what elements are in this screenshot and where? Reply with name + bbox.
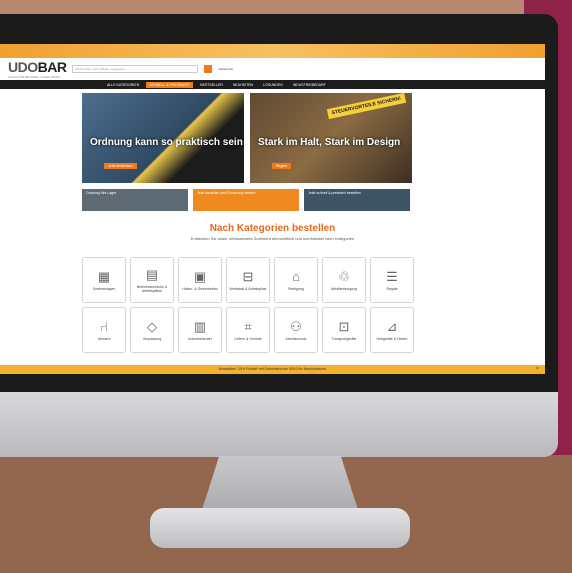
category-label: Sortieranlagen: [92, 286, 116, 291]
sub-banner[interactable]: Jetzt schnell & preiswert bestellen: [304, 189, 410, 211]
category-tile[interactable]: ⊿ Hubgeräte & Heben: [370, 307, 414, 353]
promo-strip: [0, 44, 545, 58]
safety-icon: ⚇: [290, 318, 302, 334]
category-tile[interactable]: ⚇ Arbeitsschutz: [274, 307, 318, 353]
lift-icon: ⊿: [386, 318, 398, 334]
search-button[interactable]: [204, 65, 213, 73]
box-icon: ◇: [147, 318, 157, 334]
category-tile[interactable]: ▣ Hallen- & Gewerbebau: [178, 257, 222, 303]
cabinet-icon: ▦: [97, 268, 111, 284]
barrel-icon: ▥: [193, 318, 207, 334]
category-tile[interactable]: ⊡ Transportgeräte: [322, 307, 366, 353]
category-label: Transportgeräte: [331, 336, 357, 341]
category-label: Regale: [386, 286, 398, 291]
ladder-icon: ⌗: [244, 318, 252, 334]
chair-icon: ⑁: [100, 318, 108, 334]
logo[interactable]: UDOBAR ALLES FÜR BETRIEB, LAGER, BÜRO: [8, 59, 67, 79]
main-nav: ALLE KATEGORIEN SCHNELL & PREISWERT BEST…: [0, 80, 545, 89]
category-label: Arbeitsschutz: [285, 336, 307, 341]
category-tile[interactable]: ◇ Verpackung: [130, 307, 174, 353]
tax-badge: STEUERVORTEILE SICHERN!: [327, 93, 407, 120]
category-tile[interactable]: ⌂ Reinigung: [274, 257, 318, 303]
browser-viewport: UDOBAR ALLES FÜR BETRIEB, LAGER, BÜRO Su…: [0, 44, 545, 374]
hero-title: Stark im Halt, Stark im Design: [258, 137, 401, 148]
logo-primary: UDO: [8, 59, 38, 75]
monitor-bezel: UDOBAR ALLES FÜR BETRIEB, LAGER, BÜRO Su…: [0, 14, 558, 394]
category-tile[interactable]: ♲ Abfallentsorgung: [322, 257, 366, 303]
category-label: Hubgeräte & Heben: [376, 336, 408, 341]
nav-item[interactable]: LÖSUNGEN: [260, 82, 286, 88]
workbench-icon: ⊟: [242, 268, 254, 284]
nav-item[interactable]: BESTSELLER: [197, 82, 226, 88]
search-input[interactable]: Suchen Sie nach Artikeln, Kategorien...: [72, 65, 199, 73]
cart-icon: ⊡: [338, 318, 350, 334]
category-label: Werkstatt & Arbeitsplatz: [229, 286, 267, 291]
nav-item[interactable]: NEUHEITEN: [230, 82, 256, 88]
category-label: Reinigung: [288, 286, 304, 291]
logo-tagline: ALLES FÜR BETRIEB, LAGER, BÜRO: [8, 75, 61, 79]
waste-icon: ♲: [338, 268, 350, 284]
category-tile[interactable]: ⊟ Werkstatt & Arbeitsplatz: [226, 257, 270, 303]
cart-link[interactable]: Warenkorb: [218, 67, 233, 71]
newsletter-bar: Newsletter? 10% Rabatt* mit Gutscheincod…: [0, 365, 545, 374]
cleaning-icon: ⌂: [292, 268, 300, 284]
logo-secondary: BAR: [37, 59, 67, 75]
category-label: Abfallentsorgung: [330, 286, 358, 291]
nav-item[interactable]: INDUSTRIEBEDARF: [290, 82, 329, 88]
category-label: Leitern & Gerüste: [234, 336, 262, 341]
monitor-stand: [200, 456, 360, 516]
category-tile[interactable]: ▤ Betriebsschränke & Arbeitsplätze: [130, 257, 174, 303]
category-label: Betriebsschränke & Arbeitsplätze: [136, 284, 168, 293]
nav-item[interactable]: ALLE KATEGORIEN: [104, 82, 142, 88]
rack-icon: ☰: [386, 268, 398, 284]
category-label: Hallen- & Gewerbebau: [182, 286, 218, 291]
hero-banners: Ordnung kann so praktisch sein Jetzt ent…: [0, 89, 545, 183]
sub-banners: Ordnung fürs Lager Jetzt bestellen und F…: [0, 183, 545, 211]
monitor-base: [150, 508, 410, 548]
close-icon[interactable]: ×: [536, 365, 539, 374]
hero-title: Ordnung kann so praktisch sein: [90, 137, 243, 148]
sub-banner[interactable]: Ordnung fürs Lager: [82, 189, 188, 211]
sub-banner[interactable]: Jetzt bestellen und Förderung sichern: [193, 189, 299, 211]
category-tile[interactable]: ⌗ Leitern & Gerüste: [226, 307, 270, 353]
category-label: Industriebedarf: [188, 336, 212, 341]
site-header: UDOBAR ALLES FÜR BETRIEB, LAGER, BÜRO Su…: [0, 58, 545, 80]
hero-banner-regale[interactable]: STEUERVORTEILE SICHERN! Stark im Halt, S…: [250, 93, 412, 183]
hero-cta-button[interactable]: Jetzt entdecken: [104, 163, 137, 169]
categories-heading: Nach Kategorien bestellen: [209, 223, 336, 234]
monitor-chin: [0, 392, 558, 457]
newsletter-text: Newsletter? 10% Rabatt* mit Gutscheincod…: [218, 367, 327, 371]
category-tile[interactable]: ⑁ Versand: [82, 307, 126, 353]
nav-item[interactable]: SCHNELL & PREISWERT: [146, 81, 194, 88]
category-tile[interactable]: ☰ Regale: [370, 257, 414, 303]
hero-banner-ordnung[interactable]: Ordnung kann so praktisch sein Jetzt ent…: [82, 93, 244, 183]
category-label: Versand: [97, 336, 111, 341]
garage-icon: ▣: [193, 268, 207, 284]
category-tile[interactable]: ▥ Industriebedarf: [178, 307, 222, 353]
category-label: Verpackung: [142, 336, 162, 341]
shelf-icon: ▤: [145, 266, 159, 282]
category-tile[interactable]: ▦ Sortieranlagen: [82, 257, 126, 303]
hero-cta-button[interactable]: Regale: [272, 163, 292, 169]
category-grid: ▦ Sortieranlagen ▤ Betriebsschränke & Arbei…: [0, 241, 545, 353]
